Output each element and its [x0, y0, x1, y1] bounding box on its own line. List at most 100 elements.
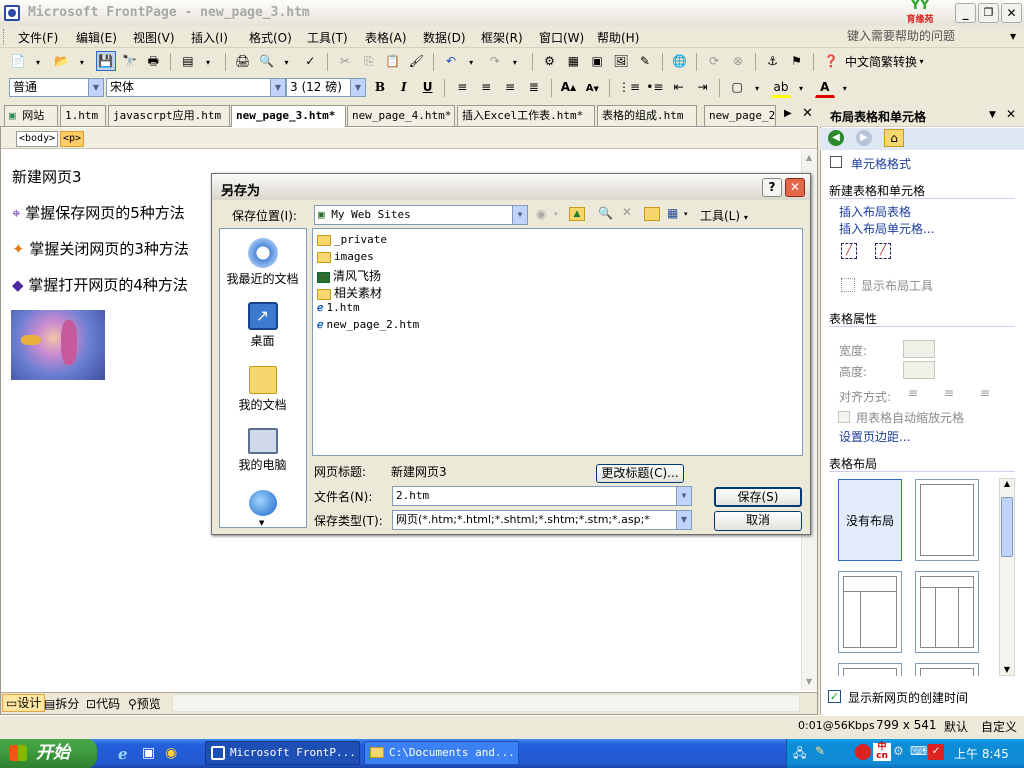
file-item-materials[interactable]: 相关素材	[317, 284, 382, 301]
filetype-select[interactable]: 网页(*.htm;*.html;*.shtml;*.shtm;*.stm;*.a…	[392, 510, 692, 530]
place-desktop[interactable]: ↗ 桌面	[215, 302, 310, 349]
status-custom[interactable]: 自定义	[981, 718, 1017, 735]
style-select[interactable]: 普通 ▼	[9, 78, 104, 97]
show-creation-checkbox[interactable]: ✓	[828, 690, 841, 703]
file-item-1-htm[interactable]: ℯ 1.htm	[317, 301, 360, 314]
align-center-icon[interactable]: ≡	[476, 77, 496, 97]
numbering-icon[interactable]: ⋮≡	[617, 77, 641, 97]
align-left-icon[interactable]: ≡	[452, 77, 472, 97]
tab-javascrpt[interactable]: javascrpt应用.htm	[108, 105, 230, 126]
hyperlink-icon[interactable]: 🌐	[670, 51, 690, 71]
print-icon[interactable]: 🖨	[233, 51, 253, 71]
tab-1-htm[interactable]: 1.htm	[60, 105, 106, 126]
views-icon[interactable]: ▦	[667, 206, 678, 220]
delete-icon[interactable]: ✕	[622, 205, 632, 219]
draw-layout-table-icon[interactable]: ╱	[841, 243, 857, 259]
filename-input[interactable]: 2.htm ▼	[392, 486, 692, 506]
view-tab-design[interactable]: ▭设计	[2, 694, 46, 712]
change-title-button[interactable]: 更改标题(C)...	[596, 464, 684, 483]
help-icon[interactable]: ❓	[821, 51, 841, 71]
underline-icon[interactable]: U	[418, 77, 438, 97]
menu-insert[interactable]: 插入(I)	[191, 29, 228, 46]
save-icon[interactable]: 💾	[95, 51, 116, 71]
bullets-icon[interactable]: •≡	[645, 77, 665, 97]
home-icon[interactable]: ⌂	[884, 129, 904, 147]
close-button[interactable]: ✕	[1001, 3, 1022, 23]
font-select[interactable]: 宋体 ▼	[106, 78, 286, 97]
file-item-new-page-2[interactable]: ℯ new_page_2.htm	[317, 318, 419, 331]
menu-format[interactable]: 格式(O)	[249, 29, 292, 46]
align-right-icon[interactable]: ≡	[500, 77, 520, 97]
layout-more-1[interactable]	[838, 663, 902, 676]
toggle-pane-icon[interactable]: ▤	[178, 51, 198, 71]
open-icon[interactable]: 📂	[52, 51, 72, 71]
width-input[interactable]	[903, 340, 935, 358]
view-tab-code[interactable]: ⊡代码	[86, 695, 120, 712]
tab-website[interactable]: ▣ 网站	[4, 105, 58, 126]
app-icon[interactable]	[4, 5, 20, 21]
help-search-input[interactable]: 键入需要帮助的问题	[845, 28, 1020, 46]
insert-layout-table-link[interactable]: 插入布局表格	[839, 203, 911, 220]
tray-antivirus-icon[interactable]	[855, 744, 871, 760]
new-page-icon[interactable]: 📄	[8, 51, 28, 71]
views-dropdown-icon[interactable]: ▾	[684, 210, 688, 218]
font-color-icon[interactable]: A	[814, 78, 835, 98]
tray-security-icon[interactable]: ✓	[928, 744, 944, 760]
menu-help[interactable]: 帮助(H)	[597, 29, 639, 46]
tray-network-icon[interactable]: 🖧	[793, 744, 806, 765]
tray-settings-icon[interactable]: ⚙	[893, 744, 904, 758]
search-icon[interactable]: 🔭	[119, 51, 139, 71]
highlight-icon[interactable]: ab	[770, 78, 791, 98]
drawing-icon[interactable]: ✎	[635, 51, 655, 71]
insert-layout-cell-link[interactable]: 插入布局单元格...	[839, 220, 934, 237]
back-arrow-icon[interactable]: ◀	[828, 130, 844, 146]
file-item-images[interactable]: images	[317, 250, 374, 263]
dialog-back-dropdown-icon[interactable]: ▾	[554, 210, 558, 218]
convert-label[interactable]: 中文简繁转换	[845, 55, 917, 69]
insert-table-icon[interactable]: ▦	[563, 51, 583, 71]
layout-single[interactable]	[915, 479, 979, 561]
file-item-private[interactable]: _private	[317, 233, 387, 246]
place-recent[interactable]: 我最近的文档	[215, 238, 310, 287]
spelling-icon[interactable]: ✓	[300, 51, 320, 71]
forward-arrow-icon[interactable]: ▶	[856, 130, 872, 146]
height-input[interactable]	[903, 361, 935, 379]
menu-data[interactable]: 数据(D)	[423, 29, 466, 46]
tab-new-page-4[interactable]: new_page_4.htm*	[347, 105, 455, 126]
save-button[interactable]: 保存(S)	[714, 487, 802, 507]
bold-icon[interactable]: B	[370, 77, 390, 97]
taskbar-item-explorer[interactable]: C:\Documents and...	[364, 741, 519, 765]
new-folder-icon[interactable]	[644, 207, 660, 221]
tag-body[interactable]: <body>	[16, 131, 59, 147]
dialog-back-icon[interactable]: ◉	[536, 207, 546, 221]
dialog-help-button[interactable]: ?	[762, 178, 782, 197]
menu-edit[interactable]: 编辑(E)	[76, 29, 117, 46]
horizontal-scrollbar[interactable]	[172, 694, 800, 712]
menu-file[interactable]: 文件(F)	[18, 29, 58, 46]
tag-p[interactable]: <p>	[60, 131, 85, 147]
menu-window[interactable]: 窗口(W)	[539, 29, 584, 46]
start-button[interactable]: 开始	[0, 739, 97, 768]
task-pane-menu-icon[interactable]: ▼	[989, 110, 996, 120]
italic-icon[interactable]: I	[394, 77, 414, 97]
tray-clock[interactable]: 上午 8:45	[954, 745, 1009, 762]
help-dropdown-icon[interactable]: ▼	[1010, 32, 1016, 41]
shrink-font-icon[interactable]: A ▼	[582, 79, 602, 99]
align-center-table-icon[interactable]: ≡	[944, 386, 954, 400]
cut-icon[interactable]: ✂	[335, 51, 355, 71]
scroll-up-icon[interactable]: ▲	[801, 150, 817, 166]
tab-scroll-right-icon[interactable]: ▶	[784, 108, 792, 119]
layout-none[interactable]: 没有布局	[838, 479, 902, 561]
publish-icon[interactable]: 🖶	[143, 53, 163, 73]
minimize-button[interactable]: _	[955, 3, 976, 23]
dialog-close-button[interactable]: ✕	[785, 178, 805, 197]
anchor-icon[interactable]: ⚓	[763, 51, 783, 71]
layout-more-2[interactable]	[915, 663, 979, 676]
tab-table-composition[interactable]: 表格的组成.htm	[597, 105, 697, 126]
quick-launch-app-icon[interactable]: ◉	[165, 745, 177, 761]
tab-excel[interactable]: 插入Excel工作表.htm*	[457, 105, 595, 126]
layout-header-two-col[interactable]	[838, 571, 902, 653]
taskbar-item-frontpage[interactable]: Microsoft FrontP...	[205, 741, 360, 765]
justify-icon[interactable]: ≣	[524, 77, 544, 97]
grow-font-icon[interactable]: A ▲	[558, 77, 578, 97]
